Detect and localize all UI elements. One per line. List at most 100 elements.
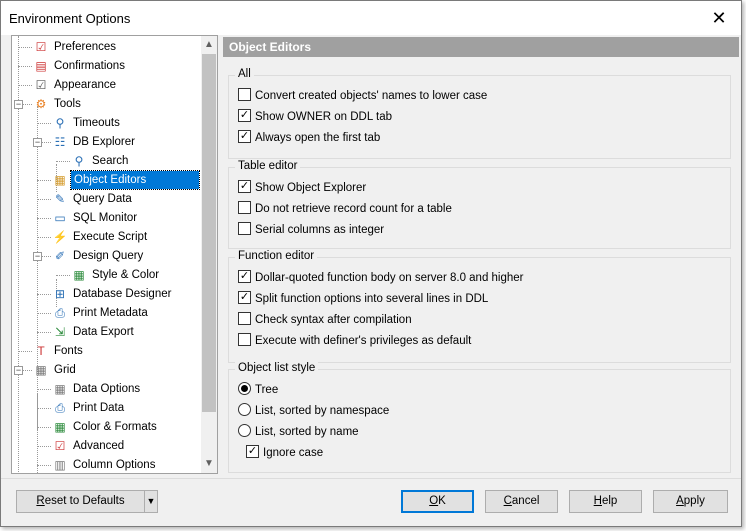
close-icon[interactable]: ✕: [697, 1, 741, 35]
checkbox-unchecked[interactable]: [238, 88, 251, 102]
ok-button[interactable]: OK: [401, 490, 474, 513]
collapse-toggle[interactable]: −: [33, 252, 42, 261]
tree-item[interactable]: ▤ Confirmations: [35, 57, 127, 75]
tree-item[interactable]: ☑ Appearance: [36, 76, 118, 94]
option-label: Execute with definer's privileges as def…: [255, 335, 472, 347]
window-title: Environment Options: [9, 11, 131, 26]
radio-option[interactable]: List, sorted by name: [238, 424, 359, 441]
panel-header: Object Editors: [223, 37, 739, 57]
collapse-toggle[interactable]: −: [14, 366, 23, 375]
tree-item[interactable]: ▦ Data Options: [54, 380, 142, 398]
checkbox-checked[interactable]: ✓: [238, 291, 251, 305]
radio-option[interactable]: List, sorted by namespace: [238, 403, 390, 420]
checkbox-unchecked[interactable]: [238, 312, 251, 326]
timeouts-icon: ⚲: [55, 116, 65, 130]
option-label: Ignore case: [263, 447, 324, 459]
tree-connector: [37, 294, 51, 295]
checkbox-option[interactable]: ✓ Always open the first tab: [238, 130, 380, 147]
tree-item-label: Query Data: [73, 193, 132, 205]
checkbox-unchecked[interactable]: [238, 333, 251, 347]
monitor-icon: ▭: [54, 211, 66, 225]
design-query-icon: ✐: [54, 249, 66, 263]
tree-item-label: Search: [92, 155, 129, 167]
tree-item[interactable]: ▦ Color & Formats: [54, 418, 159, 436]
tree-item[interactable]: ▭ SQL Monitor: [54, 209, 139, 227]
checkbox-checked[interactable]: ✓: [238, 270, 251, 284]
help-label: elp: [601, 495, 618, 507]
checkbox-option[interactable]: ✓ Show OWNER on DDL tab: [238, 109, 392, 126]
tree-item[interactable]: ☷ DB Explorer: [55, 133, 137, 151]
checkbox-unchecked[interactable]: [238, 222, 251, 236]
tree-item[interactable]: ⚲ Timeouts: [56, 114, 122, 132]
cancel-label: ancel: [511, 495, 540, 507]
group-title: Table editor: [235, 160, 301, 172]
checkbox-unchecked[interactable]: [238, 201, 251, 215]
checkbox-option[interactable]: ✓ Dollar-quoted function body on server 8…: [238, 270, 524, 287]
execute-script-icon: ⚡: [52, 230, 68, 244]
tree-connector: [37, 427, 51, 428]
checkbox-option[interactable]: ✓ Split function options into several lin…: [238, 291, 488, 308]
tree-scrollbar[interactable]: ▲ ▼: [201, 36, 217, 473]
tree-item[interactable]: ✎ Query Data: [55, 190, 134, 208]
tree-item-label: Tools: [54, 98, 81, 110]
checkbox-option[interactable]: Convert created objects' names to lower …: [238, 88, 488, 105]
scroll-thumb[interactable]: [202, 54, 216, 412]
checkbox-checked[interactable]: ✓: [238, 180, 251, 194]
tree-item[interactable]: ⚙ Tools: [36, 95, 83, 113]
tree-item[interactable]: ⚲ Search: [75, 152, 130, 170]
tree-item-label: Design Query: [73, 250, 144, 262]
checkbox-checked[interactable]: ✓: [238, 130, 251, 144]
scroll-up-icon[interactable]: ▲: [201, 37, 217, 53]
environment-options-dialog: Environment Options ✕ ☑ Preferences ▤ Confi…: [0, 0, 742, 527]
help-button[interactable]: Help: [569, 490, 642, 513]
grid-icon: ▦: [35, 363, 47, 377]
checkbox-checked[interactable]: ✓: [246, 445, 259, 459]
reset-dropdown-button[interactable]: ▼: [144, 490, 158, 513]
checkbox-option[interactable]: Execute with definer's privileges as def…: [238, 333, 472, 350]
radio-option[interactable]: Tree: [238, 382, 278, 399]
tree-item[interactable]: ⎙ Print Data: [55, 399, 126, 417]
option-label: List, sorted by name: [255, 426, 359, 438]
tree-connector: [37, 237, 51, 238]
gears-icon: ⚙: [35, 97, 47, 111]
collapse-toggle[interactable]: −: [33, 138, 42, 147]
tree-item[interactable]: ▦ Style & Color: [73, 266, 161, 284]
radio-button[interactable]: [238, 424, 251, 438]
tree-item[interactable]: ⎙ Print Metadata: [55, 304, 150, 322]
tree-item[interactable]: ⚡ Execute Script: [53, 228, 149, 246]
radio-button[interactable]: [238, 382, 251, 396]
tree-item[interactable]: T Fonts: [37, 342, 85, 360]
tree-item-label: Data Options: [73, 383, 141, 395]
scroll-down-icon[interactable]: ▼: [201, 456, 217, 472]
tree-connector: [37, 199, 51, 200]
object-editors-icon: ▦: [54, 173, 66, 187]
tree-item[interactable]: ☑ Advanced: [55, 437, 126, 455]
option-label: Convert created objects' names to lower …: [255, 90, 488, 102]
tree-item-label: Execute Script: [73, 231, 148, 243]
tree-item[interactable]: ⊞ Database Designer: [55, 285, 173, 303]
tree-connector: [37, 446, 51, 447]
tree-item-label: SQL Monitor: [73, 212, 138, 224]
appearance-icon: ☑: [35, 78, 47, 92]
checkbox-option[interactable]: Do not retrieve record count for a table: [238, 201, 452, 218]
tree-item[interactable]: ☑ Preferences: [36, 38, 118, 56]
apply-button[interactable]: Apply: [653, 490, 728, 513]
ignore-case-option[interactable]: ✓ Ignore case: [246, 445, 324, 462]
tree-item[interactable]: ⇲ Data Export: [55, 323, 136, 341]
cancel-button[interactable]: Cancel: [485, 490, 558, 513]
checkbox-option[interactable]: Check syntax after compilation: [238, 312, 412, 329]
tree-item[interactable]: ▦ Grid: [35, 361, 78, 379]
option-label: List, sorted by namespace: [255, 405, 390, 417]
tree-item[interactable]: ✐ Design Query: [55, 247, 145, 265]
group-table-editor: Table editor ✓ Show Object Explorer Do not …: [228, 160, 731, 249]
radio-button[interactable]: [238, 403, 251, 417]
tree-item[interactable]: ▦ Object Editors: [54, 170, 200, 190]
collapse-toggle[interactable]: −: [14, 100, 23, 109]
checkbox-option[interactable]: Serial columns as integer: [238, 222, 384, 239]
reset-to-defaults-button[interactable]: Reset to Defaults: [16, 490, 145, 513]
group-title: Function editor: [235, 250, 318, 262]
checkbox-option[interactable]: ✓ Show Object Explorer: [238, 180, 366, 197]
checkbox-checked[interactable]: ✓: [238, 109, 251, 123]
tree-item[interactable]: ▥ Column Options: [54, 456, 157, 473]
tree-item-label: Confirmations: [54, 60, 125, 72]
